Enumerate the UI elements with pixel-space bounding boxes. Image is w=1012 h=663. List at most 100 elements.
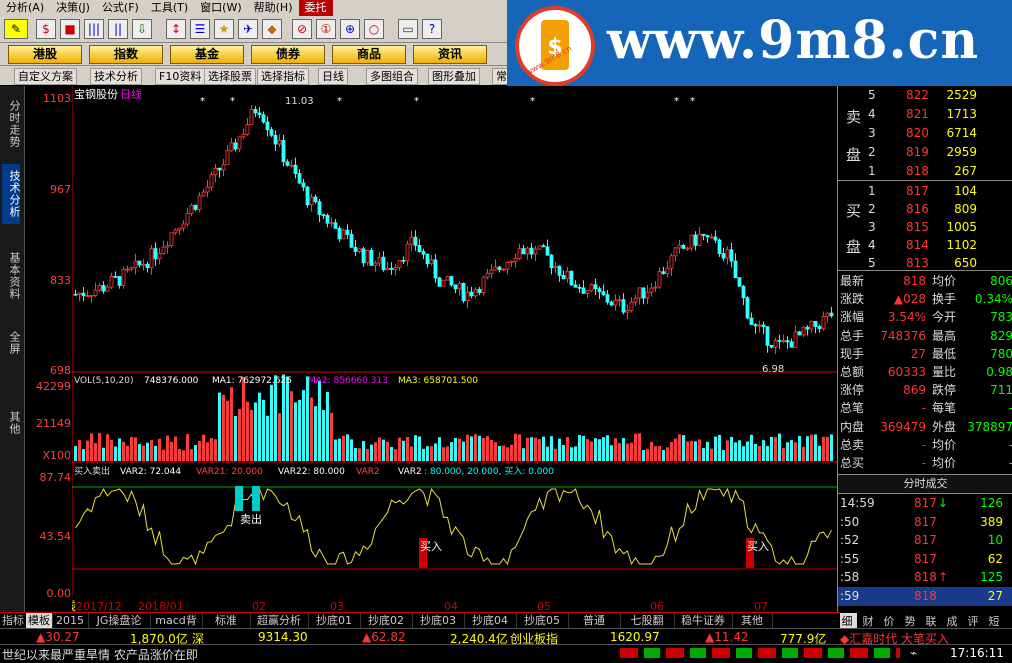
star-icon[interactable]: ★ xyxy=(214,19,234,39)
indicator-tab[interactable]: 指标 xyxy=(0,613,27,628)
diamond-icon[interactable]: ◆ xyxy=(262,19,282,39)
tick-row[interactable]: :50 817 389 xyxy=(838,513,1012,532)
tick-row[interactable]: :52 817 10 xyxy=(838,531,1012,550)
indicator-tab[interactable]: JG操盘论 xyxy=(88,613,151,628)
indicator-tab[interactable]: 稳牛证券 xyxy=(674,613,733,628)
index-button[interactable]: 指数 xyxy=(89,45,163,64)
square-icon[interactable]: ■ xyxy=(60,19,80,39)
chart-link-icon[interactable]: ⌁ xyxy=(910,646,917,660)
quote-tab[interactable]: 价 xyxy=(879,613,899,629)
tick-row[interactable]: 14:59 817 ↓ 126 xyxy=(838,494,1012,513)
tick-row[interactable]: :58 818 ↑ 125 xyxy=(838,568,1012,587)
menu-tools[interactable]: 工具(T) xyxy=(145,0,194,16)
indicator-tab[interactable]: 抄底05 xyxy=(516,613,569,628)
download-icon[interactable]: ⇩ xyxy=(132,19,152,39)
sell-level-row[interactable]: 5 822 2529 xyxy=(838,86,1012,105)
hk-stock-button[interactable]: 港股 xyxy=(8,45,82,64)
indicator-tab[interactable]: 普通 xyxy=(568,613,621,628)
fund-button[interactable]: 基金 xyxy=(170,45,244,64)
tab-tech-analysis[interactable]: 技术分析 xyxy=(2,164,21,224)
quote-tab[interactable]: 成 xyxy=(942,613,962,629)
plane-icon[interactable]: ✈ xyxy=(238,19,258,39)
select-indicator-button[interactable]: 选择指标 xyxy=(257,68,309,85)
sell-level-row[interactable]: 4 821 1713 xyxy=(838,105,1012,124)
menu-formula[interactable]: 公式(F) xyxy=(96,0,145,16)
indicator-tab[interactable]: macd背离 xyxy=(150,613,203,642)
commodity-button[interactable]: 商品 xyxy=(332,45,406,64)
bars-icon[interactable]: ||| xyxy=(84,19,104,39)
stat-row: 总卖-均价- xyxy=(838,436,1012,455)
volume-bar xyxy=(746,441,749,461)
date-03: 03 xyxy=(330,600,344,612)
tab-timeshare[interactable]: 分时走势 xyxy=(2,94,21,154)
overlay-button[interactable]: 图形叠加 xyxy=(428,68,480,85)
quote-tab[interactable]: 短 xyxy=(984,613,1004,629)
indicator-tab[interactable]: 抄底04 xyxy=(464,613,517,628)
tech-analysis-button[interactable]: 技术分析 xyxy=(90,68,142,85)
dollar-icon[interactable]: $ xyxy=(36,19,56,39)
select-stock-button[interactable]: 选择股票 xyxy=(204,68,256,85)
news-button[interactable]: 资讯 xyxy=(413,45,487,64)
kline-chart[interactable]: * * * * * * * 宝钢股份 日线 11.03 6.98 VOL(5,10,20) … xyxy=(72,86,837,612)
menu-decision[interactable]: 决策(J) xyxy=(50,0,96,16)
indicator-tab[interactable]: 抄底03 xyxy=(412,613,465,628)
daily-button[interactable]: 日线 xyxy=(318,68,348,85)
globe-icon[interactable]: ⊕ xyxy=(340,19,360,39)
candle-body xyxy=(489,269,494,274)
binoculars-icon[interactable]: || xyxy=(108,19,128,39)
buy-volume: 809 xyxy=(954,202,977,216)
indicator-tab[interactable]: 抄底01 xyxy=(308,613,361,628)
quote-tab[interactable]: 评 xyxy=(963,613,983,629)
indicator-tab[interactable]: 七股翻 xyxy=(620,613,675,628)
circle-icon[interactable]: ○ xyxy=(364,19,384,39)
menu-analysis[interactable]: 分析(A) xyxy=(0,0,50,16)
quote-tab[interactable]: 细 xyxy=(837,613,857,629)
pencil-icon[interactable]: ✎ xyxy=(4,19,28,39)
quote-tab[interactable]: 财 xyxy=(858,613,878,629)
star-marker-icon: * xyxy=(200,96,205,107)
quote-tab[interactable]: 势 xyxy=(900,613,920,629)
help-icon[interactable]: ? xyxy=(422,19,442,39)
tab-basic-info[interactable]: 基本资料 xyxy=(2,246,21,306)
tab-fullscreen[interactable]: 全屏 xyxy=(2,326,21,360)
list-icon[interactable]: ☰ xyxy=(190,19,210,39)
stat-row: 内盘 369479 外盘 378897 xyxy=(838,418,1012,437)
buy-level-row[interactable]: 4 814 1102 xyxy=(838,236,1012,255)
f10-button[interactable]: F10资料 xyxy=(155,68,206,85)
tick-row[interactable]: :55 817 62 xyxy=(838,550,1012,569)
menu-help[interactable]: 帮助(H) xyxy=(248,0,299,16)
indicator-tab[interactable]: 2015 xyxy=(52,613,89,628)
sell-level-row[interactable]: 2 819 2959 xyxy=(838,143,1012,162)
number-one-icon[interactable]: ① xyxy=(316,19,336,39)
indicator-tab[interactable]: 模板 xyxy=(26,613,53,628)
sell-level-row[interactable]: 3 820 6714 xyxy=(838,124,1012,143)
window-icon[interactable]: ▭ xyxy=(398,19,418,39)
buy-level-row[interactable]: 2 816 809 xyxy=(838,200,1012,219)
buy-level-row[interactable]: 3 815 1005 xyxy=(838,218,1012,237)
stat-row: 总额 60333 量比 0.98 xyxy=(838,363,1012,382)
indicator-tab[interactable]: 超赢分析 xyxy=(250,613,309,628)
bond-button[interactable]: 债券 xyxy=(251,45,325,64)
menu-trade[interactable]: 委托 xyxy=(298,0,333,16)
menu-window[interactable]: 窗口(W) xyxy=(194,0,247,16)
indicator-tab[interactable]: 标准 xyxy=(202,613,251,628)
circle-slash-icon[interactable]: ⊘ xyxy=(292,19,312,39)
quote-tab[interactable]: 联 xyxy=(921,613,941,629)
tick-row[interactable]: :59 818 27 xyxy=(838,586,1012,606)
tab-other[interactable]: 其他 xyxy=(2,406,21,440)
updown-icon[interactable]: ↕ xyxy=(166,19,186,39)
volume-bar xyxy=(78,440,81,461)
watermark-banner: $ www.9m8.cn www.9m8.cn xyxy=(507,0,1012,92)
volume-bar xyxy=(342,435,345,461)
multi-chart-button[interactable]: 多图组合 xyxy=(366,68,418,85)
date-2018-01: 2018/01 xyxy=(138,600,184,612)
sell-level-row[interactable]: 1 818 267 xyxy=(838,162,1012,181)
volume-bar xyxy=(594,438,597,461)
custom-scheme-button[interactable]: 自定义方案 xyxy=(14,68,77,85)
volume-bar xyxy=(658,446,661,461)
news-ticker[interactable]: 世纪以来最严重旱情 农产品涨价在即 xyxy=(2,646,198,663)
indicator-tab[interactable]: 其他 xyxy=(732,613,773,628)
candle-body xyxy=(821,316,826,330)
indicator-tab[interactable]: 抄底02 xyxy=(360,613,413,628)
buy-level-row[interactable]: 1 817 104 xyxy=(838,182,1012,201)
